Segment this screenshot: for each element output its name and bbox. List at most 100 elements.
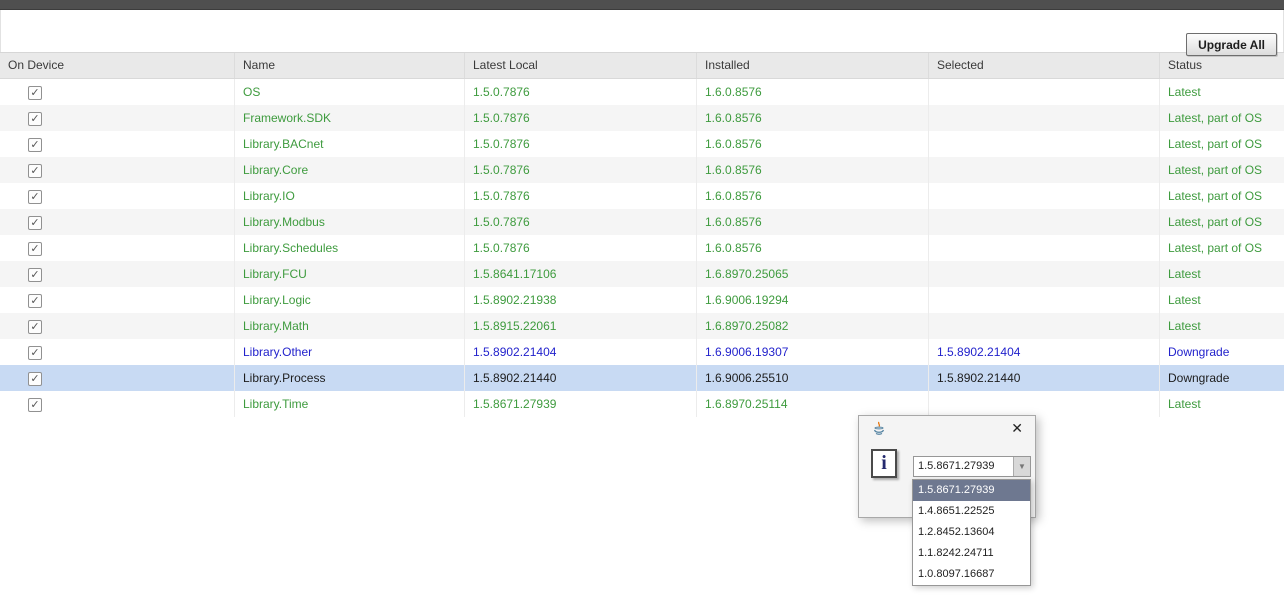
table-row[interactable]: ✓ Library.Core1.5.0.78761.6.0.8576 Latest,…	[0, 157, 1284, 183]
name-cell: Library.Modbus	[235, 209, 465, 235]
latest-local-cell: 1.5.8671.27939	[465, 391, 697, 417]
version-option[interactable]: 1.2.8452.13604	[913, 522, 1030, 543]
column-header-installed[interactable]: Installed	[697, 53, 929, 78]
installed-cell: 1.6.9006.19307	[697, 339, 929, 365]
column-header-latest-local[interactable]: Latest Local	[465, 53, 697, 78]
table-row[interactable]: ✓Library.Logic1.5.8902.219381.6.9006.192…	[0, 287, 1284, 313]
on-device-checkbox[interactable]: ✓	[28, 164, 42, 178]
table-row[interactable]: ✓Framework.SDK1.5.0.78761.6.0.8576Latest…	[0, 105, 1284, 131]
on-device-checkbox[interactable]: ✓	[28, 294, 42, 308]
close-icon[interactable]: ✕	[1011, 420, 1023, 436]
table-row[interactable]: ✓Library.Other1.5.8902.214041.6.9006.193…	[0, 339, 1284, 365]
selected-cell	[929, 79, 1160, 105]
on-device-checkbox[interactable]: ✓	[28, 372, 42, 386]
name-cell: Library.Logic	[235, 287, 465, 313]
name-cell: Library.Core	[235, 157, 465, 183]
installed-cell: 1.6.9006.25510	[697, 365, 929, 391]
selected-cell	[929, 287, 1160, 313]
version-combobox[interactable]: 1.5.8671.27939 ▼	[913, 456, 1031, 477]
table-header-row: On DeviceNameLatest LocalInstalledSelect…	[0, 52, 1284, 79]
upgrade-all-button[interactable]: Upgrade All	[1186, 33, 1277, 56]
on-device-cell: ✓	[0, 313, 235, 339]
name-cell: Library.BACnet	[235, 131, 465, 157]
name-cell: Library.FCU	[235, 261, 465, 287]
table-row[interactable]: ✓Library.IO1.5.0.78761.6.0.8576Latest, p…	[0, 183, 1284, 209]
on-device-checkbox[interactable]: ✓	[28, 190, 42, 204]
selected-cell	[929, 183, 1160, 209]
on-device-cell: ✓	[0, 261, 235, 287]
table-row[interactable]: ✓OS1.5.0.78761.6.0.8576Latest	[0, 79, 1284, 105]
name-cell: OS	[235, 79, 465, 105]
status-cell: Latest	[1160, 313, 1284, 339]
combobox-value: 1.5.8671.27939	[914, 457, 1013, 476]
latest-local-cell: 1.5.0.7876	[465, 157, 697, 183]
upgrade-table: On DeviceNameLatest LocalInstalledSelect…	[0, 52, 1284, 417]
column-header-selected[interactable]: Selected	[929, 53, 1160, 78]
status-cell: Latest, part of OS	[1160, 131, 1284, 157]
table-row[interactable]: ✓Library.FCU1.5.8641.171061.6.8970.25065…	[0, 261, 1284, 287]
on-device-checkbox[interactable]: ✓	[28, 320, 42, 334]
installed-cell: 1.6.8970.25114	[697, 391, 929, 417]
on-device-checkbox[interactable]: ✓	[28, 216, 42, 230]
table-row[interactable]: ✓ Library.Time1.5.8671.279391.6.8970.2511…	[0, 391, 1284, 417]
table-row[interactable]: ✓ Library.BACnet1.5.0.78761.6.0.8576 Lates…	[0, 131, 1284, 157]
on-device-checkbox[interactable]: ✓	[28, 112, 42, 126]
dialog-titlebar: ✕	[859, 416, 1035, 442]
status-cell: Latest, part of OS	[1160, 183, 1284, 209]
on-device-checkbox[interactable]: ✓	[28, 268, 42, 282]
name-cell: Library.Time	[235, 391, 465, 417]
on-device-checkbox[interactable]: ✓	[28, 138, 42, 152]
on-device-checkbox[interactable]: ✓	[28, 86, 42, 100]
selected-cell	[929, 235, 1160, 261]
status-cell: Latest, part of OS	[1160, 105, 1284, 131]
selected-cell	[929, 105, 1160, 131]
selected-cell	[929, 391, 1160, 417]
installed-cell: 1.6.0.8576	[697, 209, 929, 235]
toolbar: Upgrade All	[0, 10, 1284, 52]
name-cell: Library.Process	[235, 365, 465, 391]
version-option[interactable]: 1.1.8242.24711	[913, 543, 1030, 564]
info-icon: i	[871, 449, 897, 478]
selected-cell	[929, 131, 1160, 157]
status-cell: Latest, part of OS	[1160, 157, 1284, 183]
status-cell: Latest, part of OS	[1160, 209, 1284, 235]
version-option[interactable]: 1.5.8671.27939	[913, 480, 1030, 501]
table-row[interactable]: ✓Library.Process1.5.8902.214401.6.9006.2…	[0, 365, 1284, 391]
latest-local-cell: 1.5.0.7876	[465, 131, 697, 157]
version-option[interactable]: 1.4.8651.22525	[913, 501, 1030, 522]
name-cell: Library.IO	[235, 183, 465, 209]
table-row[interactable]: ✓Library.Schedules1.5.0.78761.6.0.8576La…	[0, 235, 1284, 261]
column-header-on-device[interactable]: On Device	[0, 53, 235, 78]
on-device-cell: ✓	[0, 157, 235, 183]
installed-cell: 1.6.0.8576	[697, 183, 929, 209]
table-body: ✓OS1.5.0.78761.6.0.8576Latest✓Framework.…	[0, 79, 1284, 417]
on-device-checkbox[interactable]: ✓	[28, 242, 42, 256]
on-device-cell: ✓	[0, 391, 235, 417]
upgrade-window: Upgrade All On DeviceNameLatest LocalIns…	[0, 0, 1284, 608]
chevron-down-icon[interactable]: ▼	[1013, 457, 1030, 476]
latest-local-cell: 1.5.0.7876	[465, 105, 697, 131]
installed-cell: 1.6.8970.25065	[697, 261, 929, 287]
on-device-checkbox[interactable]: ✓	[28, 346, 42, 360]
latest-local-cell: 1.5.0.7876	[465, 79, 697, 105]
table-row[interactable]: ✓Library.Modbus1.5.0.78761.6.0.8576Lates…	[0, 209, 1284, 235]
on-device-cell: ✓	[0, 183, 235, 209]
version-option[interactable]: 1.0.8097.16687	[913, 564, 1030, 585]
selected-cell: 1.5.8902.21404	[929, 339, 1160, 365]
status-cell: Latest	[1160, 287, 1284, 313]
status-cell: Latest	[1160, 261, 1284, 287]
installed-cell: 1.6.0.8576	[697, 157, 929, 183]
latest-local-cell: 1.5.0.7876	[465, 235, 697, 261]
on-device-cell: ✓	[0, 209, 235, 235]
status-cell: Latest	[1160, 79, 1284, 105]
java-icon	[871, 421, 887, 437]
latest-local-cell: 1.5.8902.21938	[465, 287, 697, 313]
table-row[interactable]: ✓Library.Math1.5.8915.220611.6.8970.2508…	[0, 313, 1284, 339]
column-header-name[interactable]: Name	[235, 53, 465, 78]
on-device-checkbox[interactable]: ✓	[28, 398, 42, 412]
column-header-status[interactable]: Status	[1160, 53, 1284, 78]
status-cell: Latest, part of OS	[1160, 235, 1284, 261]
window-titlebar	[0, 0, 1284, 10]
installed-cell: 1.6.0.8576	[697, 131, 929, 157]
latest-local-cell: 1.5.8902.21404	[465, 339, 697, 365]
